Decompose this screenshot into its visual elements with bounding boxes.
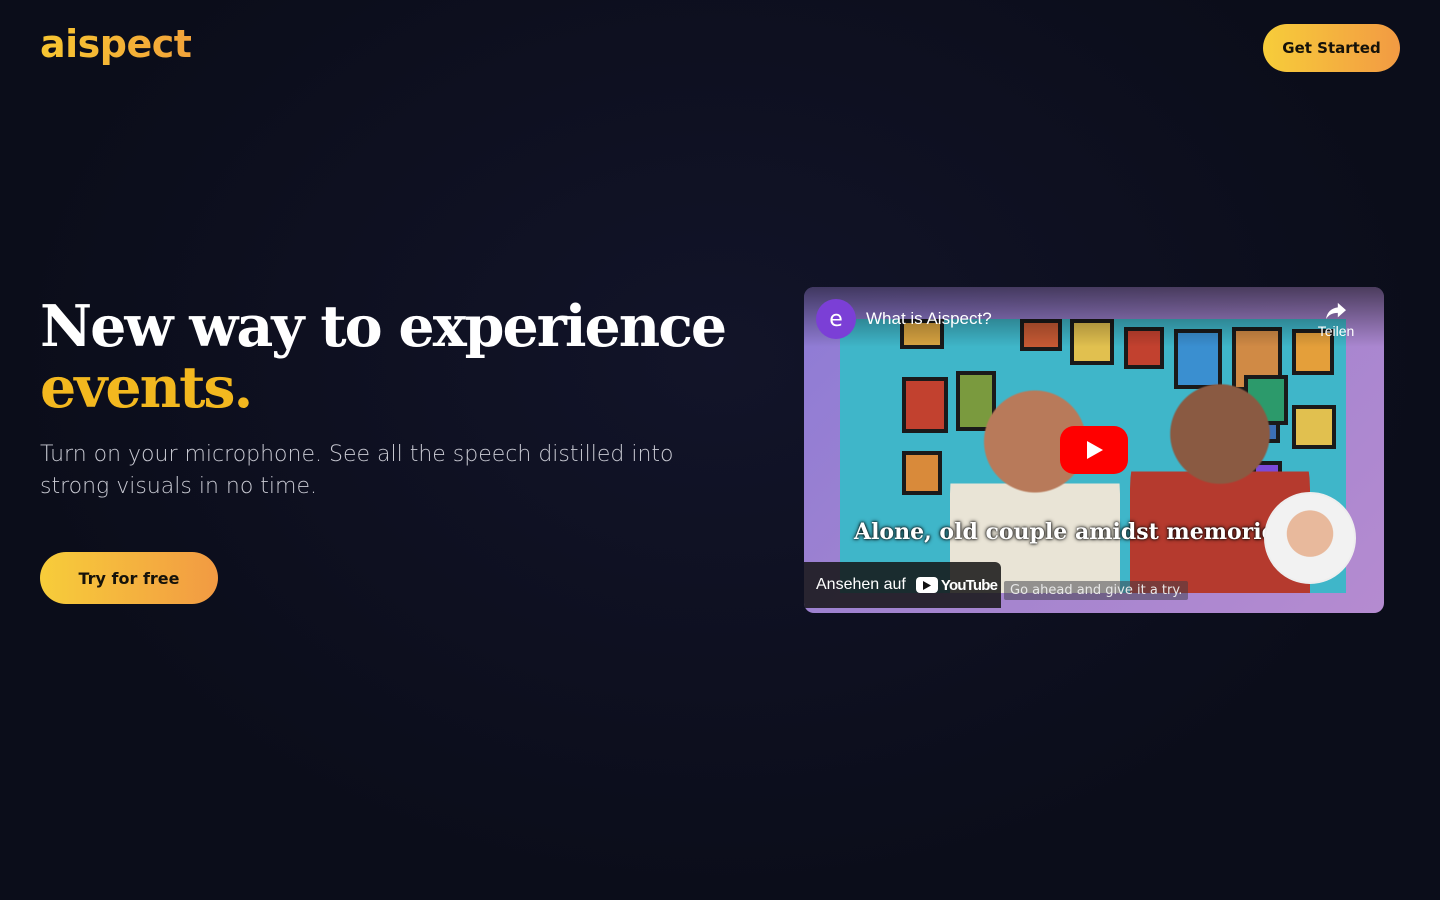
video-subtitle: Go ahead and give it a try. xyxy=(1004,581,1189,600)
share-label: Teilen xyxy=(1317,323,1355,339)
hero-subtitle: Turn on your microphone. See all the spe… xyxy=(40,442,674,499)
video-embed[interactable]: Alone, old couple amidst memories. e Wha… xyxy=(804,287,1384,613)
try-for-free-button[interactable]: Try for free xyxy=(40,552,218,604)
hero-title-line: New way to experience xyxy=(40,293,727,360)
hero-title: New way to experience events. xyxy=(40,296,760,418)
play-icon xyxy=(1087,441,1103,459)
youtube-logo-icon: YouTube xyxy=(915,576,998,594)
thumbnail-caption: Alone, old couple amidst memories. xyxy=(854,519,1296,545)
share-arrow-icon xyxy=(1326,302,1346,320)
presenter-avatar xyxy=(1264,492,1356,584)
youtube-wordmark: YouTube xyxy=(940,576,998,594)
hero-title-accent: events. xyxy=(40,354,253,421)
get-started-button[interactable]: Get Started xyxy=(1263,24,1400,72)
channel-initial: e xyxy=(829,306,843,332)
share-button[interactable]: Teilen xyxy=(1314,301,1358,339)
brand-logo[interactable]: aispect xyxy=(40,22,192,66)
channel-avatar[interactable]: e xyxy=(816,299,856,339)
watch-on-label: Ansehen auf xyxy=(816,576,906,593)
watch-on-youtube-button[interactable]: Ansehen auf YouTube xyxy=(804,562,1001,608)
play-button[interactable] xyxy=(1060,426,1128,474)
video-title[interactable]: What is Aispect? xyxy=(866,309,992,329)
